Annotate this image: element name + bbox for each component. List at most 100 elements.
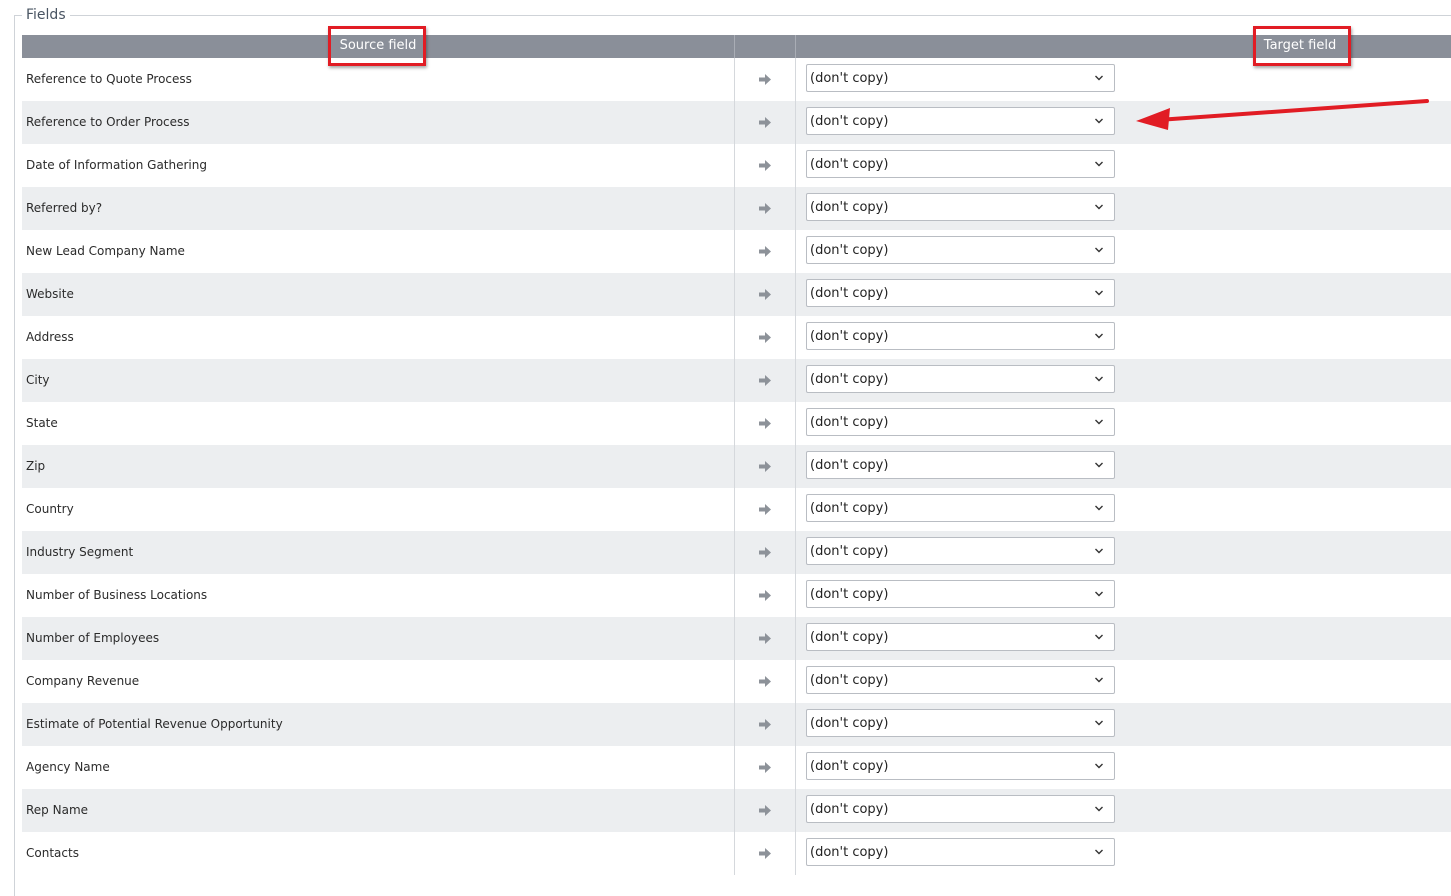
column-divider: [795, 789, 796, 832]
target-field-select[interactable]: (don't copy): [806, 451, 1115, 479]
target-field-select[interactable]: (don't copy): [806, 795, 1115, 823]
header-divider: [795, 35, 796, 58]
target-field-select[interactable]: (don't copy): [806, 623, 1115, 651]
arrow-right-icon: [759, 848, 771, 859]
arrow-right-icon: [759, 332, 771, 343]
chevron-down-icon: [1095, 376, 1103, 382]
column-divider: [795, 832, 796, 875]
chevron-down-icon: [1095, 247, 1103, 253]
target-field-select[interactable]: (don't copy): [806, 107, 1115, 135]
column-divider: [734, 316, 735, 359]
source-field-label: Agency Name: [26, 760, 110, 774]
source-field-label: Address: [26, 330, 74, 344]
arrow-right-icon: [759, 74, 771, 85]
arrow-right-icon: [759, 719, 771, 730]
red-pointer-arrow: [1136, 99, 1429, 130]
target-field-select[interactable]: (don't copy): [806, 236, 1115, 264]
target-field-value: (don't copy): [810, 157, 889, 172]
column-divider: [795, 144, 796, 187]
target-field-select[interactable]: (don't copy): [806, 150, 1115, 178]
arrow-right-icon: [759, 633, 771, 644]
column-divider: [734, 746, 735, 789]
target-field-value: (don't copy): [810, 114, 889, 129]
source-field-label: Date of Information Gathering: [26, 158, 207, 172]
arrow-right-icon: [759, 805, 771, 816]
target-field-value: (don't copy): [810, 372, 889, 387]
arrow-right-icon: [759, 418, 771, 429]
source-header-highlight: [328, 26, 426, 66]
target-field-value: (don't copy): [810, 630, 889, 645]
column-divider: [795, 531, 796, 574]
chevron-down-icon: [1095, 161, 1103, 167]
table-row: Zip (don't copy): [22, 445, 1451, 488]
chevron-down-icon: [1095, 462, 1103, 468]
header-divider: [734, 35, 735, 58]
target-field-value: (don't copy): [810, 458, 889, 473]
target-field-select[interactable]: (don't copy): [806, 666, 1115, 694]
target-field-select[interactable]: (don't copy): [806, 580, 1115, 608]
chevron-down-icon: [1095, 634, 1103, 640]
arrow-right-icon: [759, 117, 771, 128]
chevron-down-icon: [1095, 118, 1103, 124]
arrow-right-icon: [759, 461, 771, 472]
table-row: Company Revenue (don't copy): [22, 660, 1451, 703]
arrow-right-icon: [759, 547, 771, 558]
column-divider: [795, 187, 796, 230]
source-field-label: Industry Segment: [26, 545, 134, 559]
target-field-select[interactable]: (don't copy): [806, 752, 1115, 780]
source-field-label: Number of Business Locations: [26, 588, 208, 602]
target-field-value: (don't copy): [810, 200, 889, 215]
source-field-label: City: [26, 373, 50, 387]
chevron-down-icon: [1095, 419, 1103, 425]
column-divider: [795, 316, 796, 359]
target-field-select[interactable]: (don't copy): [806, 494, 1115, 522]
source-field-label: Reference to Order Process: [26, 115, 190, 129]
arrow-right-icon: [759, 246, 771, 257]
table-header: Source field Target field: [22, 35, 1451, 58]
field-mapping-table: Source field Target field Reference to Q…: [22, 35, 1451, 875]
target-field-select[interactable]: (don't copy): [806, 537, 1115, 565]
target-field-select[interactable]: (don't copy): [806, 193, 1115, 221]
table-body: Reference to Quote Process (don't copy) Re…: [22, 58, 1451, 875]
target-field-value: (don't copy): [810, 759, 889, 774]
target-field-select[interactable]: (don't copy): [806, 365, 1115, 393]
source-field-label: State: [26, 416, 58, 430]
column-divider: [734, 445, 735, 488]
target-field-value: (don't copy): [810, 845, 889, 860]
column-divider: [795, 58, 796, 101]
target-field-select[interactable]: (don't copy): [806, 709, 1115, 737]
target-field-select[interactable]: (don't copy): [806, 408, 1115, 436]
arrow-right-icon: [759, 289, 771, 300]
chevron-down-icon: [1095, 849, 1103, 855]
chevron-down-icon: [1095, 333, 1103, 339]
target-field-select[interactable]: (don't copy): [806, 279, 1115, 307]
target-field-value: (don't copy): [810, 587, 889, 602]
column-divider: [734, 58, 735, 101]
column-divider: [734, 832, 735, 875]
target-field-select[interactable]: (don't copy): [806, 838, 1115, 866]
target-field-select[interactable]: (don't copy): [806, 64, 1115, 92]
source-field-label: Rep Name: [26, 803, 89, 817]
table-row: Agency Name (don't copy): [22, 746, 1451, 789]
column-divider: [734, 574, 735, 617]
target-field-value: (don't copy): [810, 286, 889, 301]
column-divider: [734, 144, 735, 187]
column-divider: [795, 746, 796, 789]
column-divider: [795, 359, 796, 402]
column-divider: [734, 402, 735, 445]
target-field-select[interactable]: (don't copy): [806, 322, 1115, 350]
target-field-value: (don't copy): [810, 673, 889, 688]
column-divider: [734, 660, 735, 703]
column-divider: [795, 445, 796, 488]
column-divider: [734, 187, 735, 230]
chevron-down-icon: [1095, 204, 1103, 210]
arrow-right-icon: [759, 762, 771, 773]
column-divider: [734, 789, 735, 832]
table-row: State (don't copy): [22, 402, 1451, 445]
source-field-label: Website: [26, 287, 74, 301]
chevron-down-icon: [1095, 505, 1103, 511]
chevron-down-icon: [1095, 290, 1103, 296]
chevron-down-icon: [1095, 548, 1103, 554]
chevron-down-icon: [1095, 806, 1103, 812]
fields-legend: Fields: [22, 6, 70, 24]
